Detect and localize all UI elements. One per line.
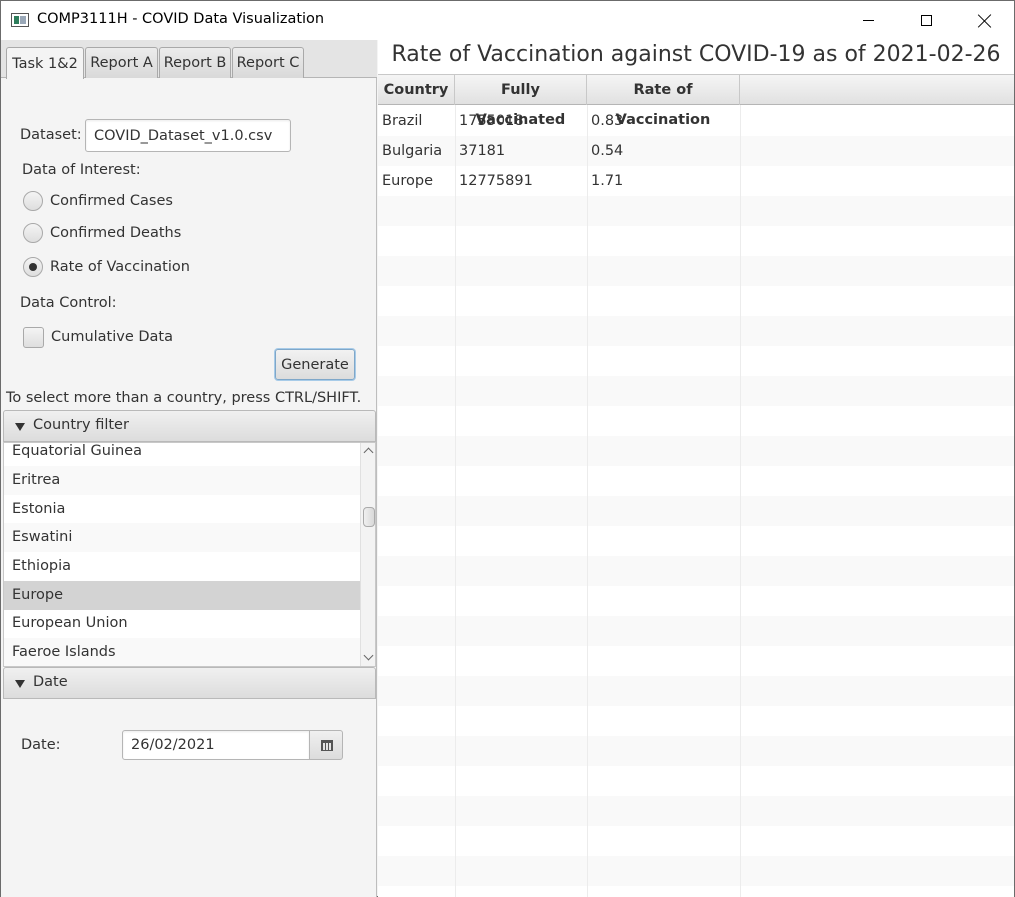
country-list[interactable]: Equatorial Guinea Eritrea Estonia Eswati…	[3, 442, 376, 667]
collapse-arrow-icon	[15, 680, 25, 688]
list-item[interactable]: Eswatini	[4, 523, 360, 552]
tab-report-a[interactable]: Report A	[85, 47, 158, 78]
cumulative-data-label[interactable]: Cumulative Data	[51, 329, 173, 345]
date-header[interactable]: Date	[3, 667, 376, 699]
minimize-button[interactable]	[839, 1, 897, 40]
maximize-button[interactable]	[897, 1, 955, 40]
table-row[interactable]	[378, 676, 1014, 706]
table-row[interactable]	[378, 286, 1014, 316]
list-item[interactable]: Equatorial Guinea	[4, 443, 360, 466]
table-row[interactable]	[378, 586, 1014, 616]
column-divider	[740, 105, 741, 897]
table-row[interactable]	[378, 616, 1014, 646]
column-header-rate-of-vaccination[interactable]: Rate of Vaccination	[587, 75, 740, 128]
window-title: COMP3111H - COVID Data Visualization	[37, 11, 325, 27]
list-item[interactable]: European Union	[4, 609, 360, 638]
maximize-icon	[920, 15, 932, 26]
minimize-icon	[862, 20, 874, 21]
table-row[interactable]	[378, 706, 1014, 736]
table-row[interactable]	[378, 316, 1014, 346]
date-picker-button[interactable]	[309, 730, 343, 760]
table-row[interactable]	[378, 256, 1014, 286]
table-row[interactable]: Europe 12775891 1.71	[378, 166, 1014, 196]
table-row[interactable]	[378, 436, 1014, 466]
confirmed-deaths-label[interactable]: Confirmed Deaths	[50, 225, 181, 241]
report-panel: Rate of Vaccination against COVID-19 as …	[378, 40, 1014, 897]
table-cell: 12775891	[459, 173, 533, 189]
generate-button[interactable]: Generate	[275, 349, 355, 380]
calendar-icon	[321, 740, 333, 751]
table-row[interactable]	[378, 466, 1014, 496]
dataset-field[interactable]: COVID_Dataset_v1.0.csv	[85, 119, 291, 152]
confirmed-deaths-radio[interactable]	[23, 223, 43, 243]
table-row[interactable]	[378, 736, 1014, 766]
column-header-fully-vaccinated[interactable]: Fully Vaccinated	[455, 75, 587, 128]
table-row[interactable]	[378, 496, 1014, 526]
confirmed-cases-radio[interactable]	[23, 191, 43, 211]
collapse-arrow-icon	[15, 423, 25, 431]
multi-select-hint: To select more than a country, press CTR…	[6, 390, 362, 406]
table-cell: Brazil	[382, 113, 423, 129]
country-filter-header[interactable]: Country filter	[3, 410, 376, 442]
date-label: Date:	[21, 737, 61, 753]
table-row[interactable]	[378, 346, 1014, 376]
table-cell: Europe	[382, 173, 433, 189]
table-row[interactable]	[378, 766, 1014, 796]
close-icon	[978, 14, 992, 28]
close-button[interactable]	[956, 1, 1014, 40]
table-header: Country Fully Vaccinated Rate of Vaccina…	[378, 75, 1014, 128]
table-cell: 0.83	[591, 113, 624, 129]
scroll-down-icon[interactable]	[365, 654, 373, 662]
table-cell: 1.71	[591, 173, 624, 189]
scroll-up-icon[interactable]	[365, 447, 373, 455]
table-row[interactable]	[378, 526, 1014, 556]
table-row[interactable]	[378, 826, 1014, 856]
list-item[interactable]: Faeroe Islands	[4, 638, 360, 666]
table-row[interactable]	[378, 196, 1014, 226]
dataset-label: Dataset:	[20, 127, 82, 143]
date-pane-title: Date	[33, 674, 68, 690]
tab-bar: Task 1&2 Report A Report B Report C	[1, 40, 377, 79]
list-item[interactable]: Ethiopia	[4, 552, 360, 581]
app-window: COMP3111H - COVID Data Visualization Tas…	[0, 0, 1015, 897]
table-row[interactable]	[378, 406, 1014, 436]
control-panel: Task 1&2 Report A Report B Report C Data…	[1, 40, 377, 897]
confirmed-cases-label[interactable]: Confirmed Cases	[50, 193, 173, 209]
data-control-label: Data Control:	[20, 295, 117, 311]
table-row[interactable]: Brazil 1755018 0.83	[378, 106, 1014, 136]
table-cell: 1755018	[459, 113, 524, 129]
table-row[interactable]	[378, 226, 1014, 256]
title-bar: COMP3111H - COVID Data Visualization	[1, 1, 1014, 40]
table-row[interactable]	[378, 376, 1014, 406]
table-row[interactable]: Bulgaria 37181 0.54	[378, 136, 1014, 166]
table-cell: Bulgaria	[382, 143, 443, 159]
column-divider	[455, 105, 456, 897]
table-row[interactable]	[378, 646, 1014, 676]
country-list-scrollbar[interactable]	[360, 443, 375, 666]
scroll-thumb[interactable]	[363, 507, 375, 527]
column-header-country[interactable]: Country	[378, 75, 455, 105]
data-of-interest-label: Data of Interest:	[22, 162, 141, 178]
list-item-selected[interactable]: Europe	[4, 581, 360, 610]
tab-report-b[interactable]: Report B	[159, 47, 231, 78]
vaccination-table[interactable]: Country Fully Vaccinated Rate of Vaccina…	[378, 74, 1014, 897]
list-item[interactable]: Estonia	[4, 495, 360, 524]
tab-report-c[interactable]: Report C	[232, 47, 304, 78]
table-row[interactable]	[378, 886, 1014, 897]
rate-of-vaccination-radio[interactable]	[23, 257, 43, 277]
list-item[interactable]: Eritrea	[4, 466, 360, 495]
rate-of-vaccination-label[interactable]: Rate of Vaccination	[50, 259, 190, 275]
table-cell: 37181	[459, 143, 506, 159]
table-row[interactable]	[378, 856, 1014, 886]
tab-task-1-2[interactable]: Task 1&2	[6, 47, 84, 79]
cumulative-data-checkbox[interactable]	[23, 327, 44, 348]
country-filter-title: Country filter	[33, 417, 129, 433]
table-row[interactable]	[378, 556, 1014, 586]
column-divider	[587, 105, 588, 897]
date-field[interactable]: 26/02/2021	[122, 730, 310, 760]
app-icon	[11, 13, 29, 27]
report-title: Rate of Vaccination against COVID-19 as …	[391, 42, 1001, 67]
table-cell: 0.54	[591, 143, 624, 159]
table-row[interactable]	[378, 796, 1014, 826]
